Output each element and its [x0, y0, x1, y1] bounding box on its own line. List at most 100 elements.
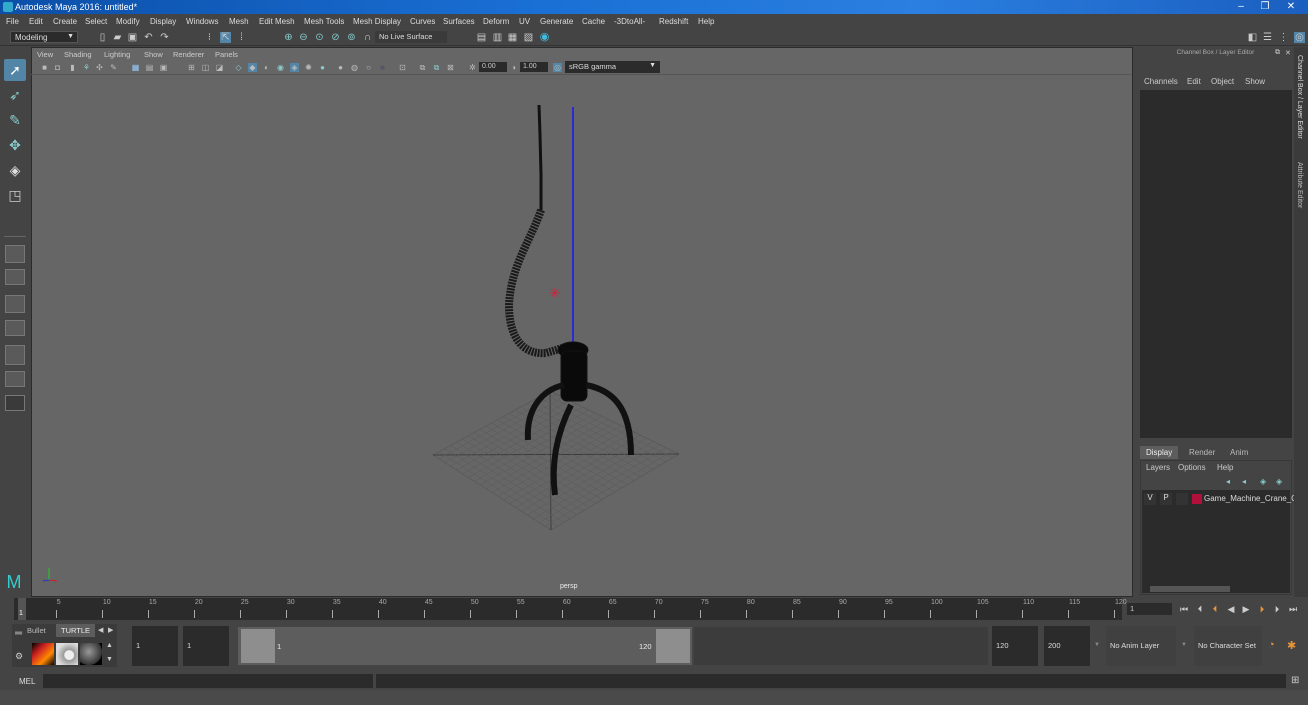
bookmark-icon[interactable]: ▮ — [68, 63, 77, 72]
select-object-icon[interactable]: ⇱ — [220, 32, 231, 43]
go-to-end-icon[interactable]: ⏭ — [1287, 603, 1299, 615]
range-slider[interactable] — [238, 627, 692, 665]
depth-of-field-icon[interactable]: ■ — [378, 63, 387, 72]
playback-start-field[interactable]: 1 — [183, 626, 229, 666]
turtle-material-icon[interactable] — [80, 643, 102, 665]
chevron-down-icon[interactable]: ▼ — [1094, 642, 1100, 648]
tab-display[interactable]: Display — [1140, 446, 1179, 459]
layer-row[interactable]: V P Game_Machine_Crane_C — [1142, 492, 1297, 506]
menu-redshift[interactable]: Redshift — [659, 17, 688, 26]
play-forward-icon[interactable]: ▶ — [1240, 603, 1252, 615]
render-settings-icon[interactable]: ▧ — [523, 32, 534, 43]
menu-mesh-tools[interactable]: Mesh Tools — [304, 17, 344, 26]
mel-label[interactable]: MEL — [19, 677, 35, 686]
safe-action-icon[interactable]: ◫ — [201, 63, 210, 72]
layer-playback-toggle[interactable]: P — [1160, 493, 1172, 505]
turtle-render-icon[interactable] — [32, 643, 54, 665]
viewport-menu-lighting[interactable]: Lighting — [104, 50, 130, 59]
snap-point-icon[interactable]: ⊙ — [314, 32, 325, 43]
minimize-button[interactable]: – — [1232, 1, 1250, 13]
character-set-dropdown[interactable]: No Character Set — [1194, 626, 1262, 666]
step-forward-key-icon[interactable]: ⏵ — [1271, 603, 1283, 615]
render-frame-icon[interactable]: ▤ — [476, 32, 487, 43]
resolution-gate-icon[interactable]: ▣ — [159, 63, 168, 72]
menu-curves[interactable]: Curves — [410, 17, 435, 26]
textured-icon[interactable]: ◈ — [290, 63, 299, 72]
grid-icon[interactable]: ▦ — [131, 63, 140, 72]
use-all-lights-icon[interactable]: ✺ — [304, 63, 313, 72]
shelf-scroll-right-icon[interactable]: ▶ — [108, 626, 113, 634]
scene-end-field[interactable]: 200 — [1044, 626, 1090, 666]
camera-icon[interactable]: ■ — [40, 63, 49, 72]
mel-input[interactable] — [43, 674, 373, 688]
turtle-bake-icon[interactable] — [56, 643, 78, 665]
anti-aliasing-icon[interactable]: ○ — [364, 63, 373, 72]
shelf-tab-turtle[interactable]: TURTLE — [56, 624, 96, 637]
shelf-tab-bullet[interactable]: Bullet — [22, 624, 51, 637]
color-management-icon[interactable]: ◎ — [553, 63, 562, 72]
xray-icon[interactable]: ⧉ — [418, 63, 427, 72]
wireframe-icon[interactable]: ◇ — [234, 63, 243, 72]
layer-display-type-toggle[interactable] — [1176, 493, 1188, 505]
persp-graph-layout-icon[interactable] — [5, 371, 25, 387]
open-scene-icon[interactable]: ▰ — [112, 32, 123, 43]
modeling-toolkit-icon[interactable]: ◧ — [1247, 32, 1258, 43]
layer-menu-options[interactable]: Options — [1178, 463, 1206, 472]
shelf-scroll-up-icon[interactable]: ▲ — [106, 642, 113, 649]
isolate-select-icon[interactable]: ⊡ — [398, 63, 407, 72]
restore-button[interactable]: ❐ — [1256, 1, 1274, 13]
scale-tool-icon[interactable]: ◳ — [4, 184, 26, 206]
side-tab-attribute-editor[interactable]: Attribute Editor — [1296, 162, 1303, 208]
save-scene-icon[interactable]: ▣ — [127, 32, 138, 43]
shelf-settings-icon[interactable]: ⚙ — [15, 651, 23, 662]
two-pane-side-layout-icon[interactable] — [5, 295, 25, 313]
current-frame-field[interactable]: 1 — [1127, 603, 1172, 615]
menu-3dtoall[interactable]: -3DtoAll- — [614, 17, 645, 26]
layer-visibility-toggle[interactable]: V — [1144, 493, 1156, 505]
channel-menu-channels[interactable]: Channels — [1144, 77, 1178, 86]
float-panel-icon[interactable]: ⧉ — [1275, 49, 1280, 57]
channel-box-area[interactable] — [1140, 90, 1292, 438]
close-button[interactable]: ✕ — [1282, 1, 1300, 13]
field-chart-icon[interactable]: ⊞ — [187, 63, 196, 72]
wireframe-on-shaded-icon[interactable]: ◉ — [276, 63, 285, 72]
motion-blur-icon[interactable]: ◍ — [350, 63, 359, 72]
ipr-render-icon[interactable]: ▦ — [507, 32, 518, 43]
menu-windows[interactable]: Windows — [186, 17, 218, 26]
side-tab-channel-box[interactable]: Channel Box / Layer Editor — [1296, 55, 1303, 139]
rotate-tool-icon[interactable]: ◈ — [4, 159, 26, 181]
safe-title-icon[interactable]: ◪ — [215, 63, 224, 72]
camera-attributes-icon[interactable]: ◘ — [53, 63, 62, 72]
channel-menu-object[interactable]: Object — [1211, 77, 1234, 86]
viewport-menu-renderer[interactable]: Renderer — [173, 50, 204, 59]
attribute-editor-icon[interactable]: ☰ — [1262, 32, 1273, 43]
layer-scrollbar[interactable] — [1142, 585, 1290, 593]
redo-icon[interactable]: ↷ — [159, 32, 170, 43]
two-pane-stacked-layout-icon[interactable] — [5, 320, 25, 336]
menu-deform[interactable]: Deform — [483, 17, 509, 26]
select-hierarchy-icon[interactable]: ⁝ — [204, 32, 215, 43]
smooth-shade-icon[interactable]: ◆ — [248, 63, 257, 72]
grease-pencil-icon[interactable]: ✎ — [109, 63, 118, 72]
gamma-icon[interactable]: ◑ — [509, 63, 518, 72]
shadows-icon[interactable]: ● — [318, 63, 327, 72]
step-back-key-icon[interactable]: ⏴ — [1194, 603, 1206, 615]
exposure-field[interactable]: 0.00 — [479, 62, 507, 72]
hypershade-icon[interactable]: ◉ — [539, 32, 550, 43]
live-surface-field[interactable]: No Live Surface — [375, 31, 447, 43]
step-back-frame-icon[interactable]: ⏴ — [1209, 603, 1221, 615]
select-component-icon[interactable]: ⁞ — [236, 32, 247, 43]
shelf-scroll-down-icon[interactable]: ▼ — [106, 656, 113, 663]
menu-help[interactable]: Help — [698, 17, 714, 26]
undo-icon[interactable]: ↶ — [143, 32, 154, 43]
shelf-scroll-left-icon[interactable]: ◀ — [98, 626, 103, 634]
layer-menu-help[interactable]: Help — [1217, 463, 1233, 472]
menu-edit[interactable]: Edit — [29, 17, 43, 26]
menu-create[interactable]: Create — [53, 17, 77, 26]
script-editor-icon[interactable]: ⊞ — [1291, 675, 1299, 686]
channel-menu-show[interactable]: Show — [1245, 77, 1265, 86]
menu-generate[interactable]: Generate — [540, 17, 573, 26]
menu-edit-mesh[interactable]: Edit Mesh — [259, 17, 295, 26]
gate-mask-icon[interactable]: ■ — [173, 63, 182, 72]
playback-end-field[interactable]: 120 — [992, 626, 1038, 666]
